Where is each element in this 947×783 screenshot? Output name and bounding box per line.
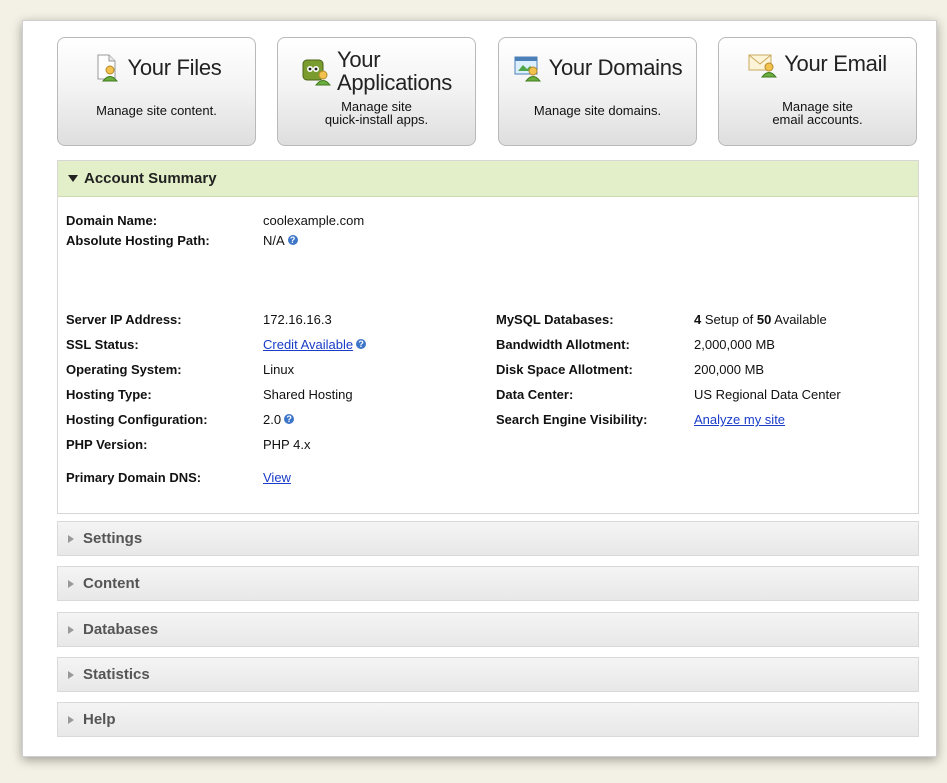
tile-title: Your Applications: [336, 47, 453, 95]
bandwidth-value: 2,000,000 MB: [694, 337, 775, 352]
section-statistics[interactable]: Statistics: [57, 657, 919, 692]
your-email-tile[interactable]: Your Email Manage site email accounts.: [718, 37, 917, 146]
server-ip-value: 172.16.16.3: [263, 312, 332, 327]
ssl-status-label: SSL Status:: [66, 337, 139, 352]
tile-title: Your Files: [127, 54, 222, 80]
help-icon[interactable]: ?: [356, 339, 367, 349]
expand-triangle-icon: [68, 579, 74, 588]
section-label: Statistics: [83, 666, 150, 683]
mysql-value: 4 Setup of 50 Available: [694, 312, 827, 327]
domains-icon: [514, 56, 541, 82]
disk-label: Disk Space Allotment:: [496, 362, 633, 377]
tile-title: Your Email: [784, 50, 887, 76]
section-label: Help: [83, 711, 116, 728]
dns-label: Primary Domain DNS:: [66, 470, 202, 485]
expand-triangle-icon: [68, 534, 74, 543]
analyze-site-link[interactable]: Analyze my site: [694, 412, 785, 427]
collapse-triangle-icon: [68, 175, 78, 182]
tile-header: Your Email: [719, 48, 916, 78]
os-label: Operating System:: [66, 362, 182, 377]
bandwidth-label: Bandwidth Allotment:: [496, 337, 630, 352]
your-files-tile[interactable]: Your Files Manage site content.: [57, 37, 256, 146]
datacenter-value: US Regional Data Center: [694, 387, 841, 402]
email-icon: [748, 54, 778, 78]
hosting-type-label: Hosting Type:: [66, 387, 152, 402]
account-summary-panel: Account Summary Domain Name: coolexample…: [57, 160, 919, 514]
dns-view-link[interactable]: View: [263, 470, 291, 485]
your-domains-tile[interactable]: Your Domains Manage site domains.: [498, 37, 697, 146]
account-summary-header[interactable]: Account Summary: [58, 161, 918, 197]
os-value: Linux: [263, 362, 295, 377]
ssl-credit-link[interactable]: Credit Available: [263, 337, 353, 352]
domain-name-label: Domain Name:: [66, 213, 158, 228]
domain-name-value: coolexample.com: [263, 213, 365, 228]
tile-description: Manage site domains.: [533, 103, 662, 118]
section-settings[interactable]: Settings: [57, 521, 919, 556]
server-ip-label: Server IP Address:: [66, 312, 182, 327]
mysql-label: MySQL Databases:: [496, 312, 614, 327]
tile-description: Manage site quick-install apps.: [324, 99, 429, 127]
tile-title: Your Domains: [548, 54, 683, 80]
section-content[interactable]: Content: [57, 566, 919, 601]
php-version-value: PHP 4.x: [263, 437, 311, 452]
expand-triangle-icon: [68, 670, 74, 679]
section-databases[interactable]: Databases: [57, 612, 919, 647]
ssl-status-row: Credit Available?: [263, 337, 367, 352]
dns-row: View: [263, 470, 291, 485]
applications-icon: [302, 59, 331, 86]
hosting-path-label: Absolute Hosting Path:: [66, 233, 210, 248]
seo-label: Search Engine Visibility:: [496, 412, 648, 427]
hosting-config-label: Hosting Configuration:: [66, 412, 208, 427]
tile-description: Manage site email accounts.: [772, 99, 863, 127]
seo-row: Analyze my site: [694, 412, 785, 427]
expand-triangle-icon: [68, 625, 74, 634]
your-applications-tile[interactable]: Your Applications Manage site quick-inst…: [277, 37, 476, 146]
tile-description: Manage site content.: [96, 103, 217, 118]
file-user-icon: [97, 54, 119, 82]
disk-value: 200,000 MB: [694, 362, 765, 377]
mysql-available-text: Available: [771, 312, 827, 327]
tile-header: Your Applications: [278, 48, 475, 94]
hosting-path-value: N/A: [263, 233, 285, 248]
tile-header: Your Domains: [499, 52, 696, 82]
hosting-config-value: 2.0: [263, 412, 282, 427]
quick-tiles: Your Files Manage site content. Your App…: [57, 37, 921, 147]
mysql-setup-text: Setup of: [701, 312, 757, 327]
tile-header: Your Files: [58, 52, 255, 82]
hosting-type-value: Shared Hosting: [263, 387, 353, 402]
section-label: Databases: [83, 621, 159, 638]
hosting-path-row: N/A?: [263, 233, 298, 248]
section-help[interactable]: Help: [57, 702, 919, 737]
expand-triangle-icon: [68, 715, 74, 724]
help-icon[interactable]: ?: [287, 235, 298, 245]
hosting-config-row: 2.0?: [263, 412, 295, 427]
section-label: Settings: [83, 530, 143, 547]
datacenter-label: Data Center:: [496, 387, 574, 402]
mysql-available-count: 50: [756, 312, 772, 327]
help-icon[interactable]: ?: [284, 414, 295, 424]
php-version-label: PHP Version:: [66, 437, 148, 452]
account-summary-title: Account Summary: [84, 170, 217, 187]
section-label: Content: [83, 575, 140, 592]
